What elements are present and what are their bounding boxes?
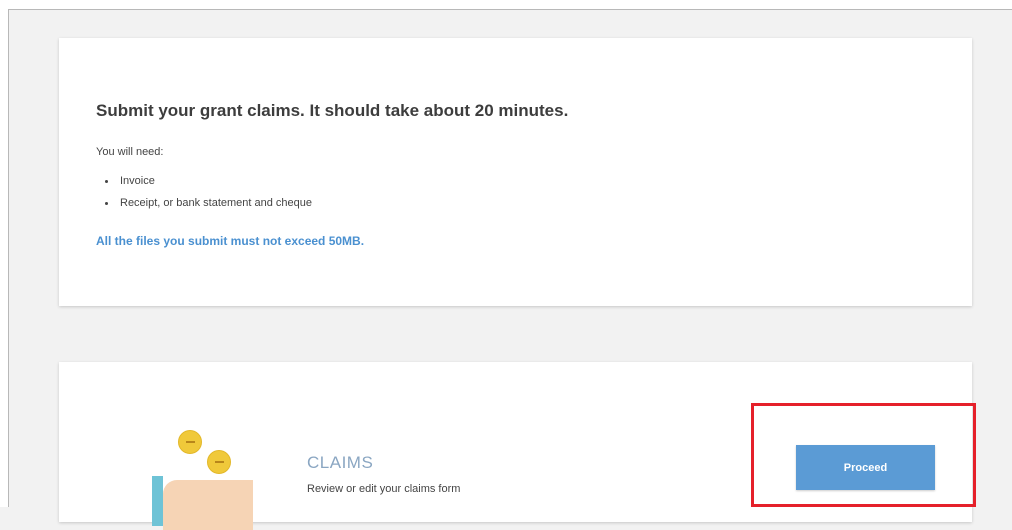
window-frame-top	[0, 0, 1012, 9]
claims-card: CLAIMS Review or edit your claims form P…	[59, 362, 972, 530]
bullet-icon	[105, 180, 108, 183]
intro-card: Submit your grant claims. It should take…	[59, 38, 972, 306]
requirements-label: You will need:	[96, 146, 164, 158]
requirement-text: Receipt, or bank statement and cheque	[120, 197, 313, 209]
coin-icon	[207, 450, 231, 474]
requirement-text: Invoice	[120, 175, 155, 187]
window-frame-left	[0, 9, 8, 507]
sleeve-cuff-shape	[152, 476, 163, 526]
claims-subtitle: Review or edit your claims form	[307, 483, 461, 495]
bullet-icon	[105, 202, 108, 205]
hand-shape	[163, 480, 253, 530]
list-item: Receipt, or bank statement and cheque	[96, 192, 312, 214]
window-border-left	[8, 9, 9, 507]
coin-icon	[178, 430, 202, 454]
proceed-button[interactable]: Proceed	[796, 445, 935, 490]
list-item: Invoice	[96, 170, 312, 192]
requirements-list: Invoice Receipt, or bank statement and c…	[96, 170, 312, 214]
window-border-top	[8, 9, 1012, 10]
file-size-note: All the files you submit must not exceed…	[96, 234, 365, 248]
claims-title: CLAIMS	[307, 453, 374, 472]
page-title: Submit your grant claims. It should take…	[96, 101, 569, 120]
